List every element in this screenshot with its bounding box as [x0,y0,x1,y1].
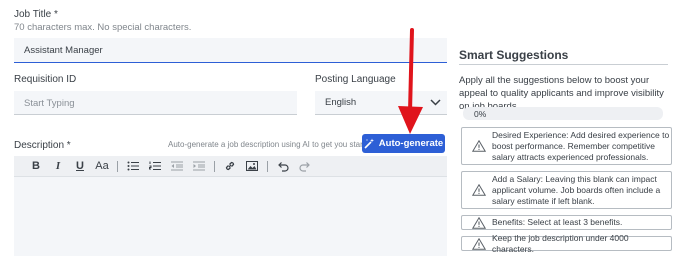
job-title-label: Job Title * [14,9,58,20]
ai-generate-hint: Auto-generate a job description using AI… [168,140,374,149]
numbered-list-icon[interactable] [144,161,166,171]
toolbar-divider [214,160,215,172]
suggestions-progress-bar: 0% [463,107,663,120]
suggestion-card[interactable]: Benefits: Select at least 3 benefits. [461,215,672,230]
posting-language-label: Posting Language [315,74,396,85]
suggestion-text: Keep the job description under 4000 char… [492,232,629,254]
suggestion-card[interactable]: Add a Salary: Leaving this blank can imp… [461,171,672,209]
suggestion-text: Desired Experience: Add desired experien… [492,129,670,162]
bulleted-list-icon[interactable] [122,161,144,171]
warning-icon [468,216,490,229]
font-size-button[interactable]: Aa [91,160,113,172]
image-icon[interactable] [241,161,263,171]
suggestion-card[interactable]: Desired Experience: Add desired experien… [461,127,672,165]
redo-icon[interactable] [294,161,316,172]
magic-wand-icon [364,138,374,149]
warning-icon [468,140,490,152]
toolbar-divider [117,160,118,172]
job-title-value: Assistant Manager [24,45,103,56]
requisition-id-placeholder: Start Typing [24,98,75,109]
toolbar-divider [267,160,268,172]
underline-button[interactable]: U [69,160,91,172]
job-title-hint: 70 characters max. No special characters… [14,22,192,33]
outdent-icon[interactable] [166,161,188,171]
chevron-down-icon [430,99,441,106]
description-editor[interactable] [14,177,447,256]
italic-button[interactable]: I [47,160,69,172]
indent-icon[interactable] [188,161,210,171]
requisition-id-label: Requisition ID [14,74,77,85]
suggestion-text: Add a Salary: Leaving this blank can imp… [492,173,661,206]
annotation-arrow-icon [398,28,423,134]
description-label: Description * [14,140,71,151]
suggestion-card[interactable]: Keep the job description under 4000 char… [461,233,672,254]
posting-language-value: English [325,97,357,108]
warning-icon [468,237,490,250]
bold-button[interactable]: B [25,160,47,172]
warning-icon [468,184,490,196]
link-icon[interactable] [219,160,241,172]
suggestion-text: Benefits: Select at least 3 benefits. [492,217,623,227]
job-title-input[interactable]: Assistant Manager [14,38,447,63]
undo-icon[interactable] [272,161,294,172]
editor-toolbar: B I U Aa [14,156,447,177]
suggestions-title-rule [459,64,668,65]
requisition-id-input[interactable]: Start Typing [14,91,297,115]
smart-suggestions-title: Smart Suggestions [459,48,569,62]
progress-label: 0% [474,109,487,119]
